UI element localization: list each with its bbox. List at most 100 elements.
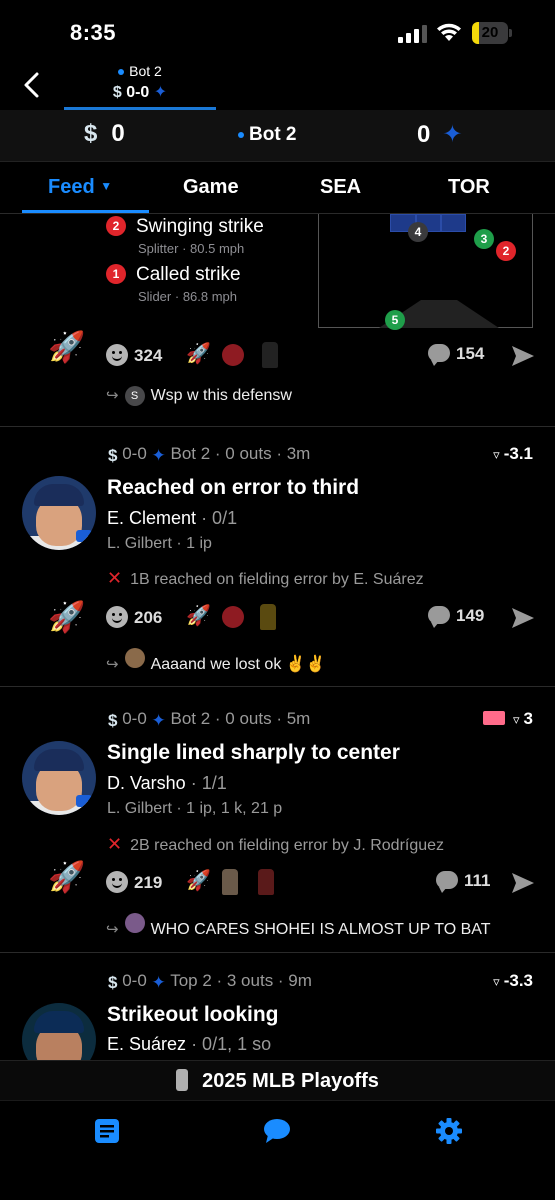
- red-circle-reaction-icon[interactable]: [222, 606, 244, 628]
- current-inning: Bot 2: [238, 124, 297, 146]
- reaction-count[interactable]: 219: [106, 871, 162, 893]
- away-score: $0: [84, 120, 125, 147]
- playoffs-banner[interactable]: 2025 MLB Playoffs: [0, 1060, 555, 1100]
- reactions-row: 324 🚀 154: [106, 341, 536, 370]
- pitch-detail: Slider · 86.8 mph: [138, 289, 238, 304]
- status-bar: 8:35 20: [0, 0, 555, 62]
- pitch-number-badge: 1: [106, 264, 126, 284]
- tab-tor[interactable]: TOR: [448, 176, 490, 199]
- top-reply[interactable]: ↪ S Wsp w this defensw: [106, 386, 546, 410]
- pitch-location-marker: 4: [408, 222, 428, 242]
- comment-bubble-icon: [428, 344, 450, 366]
- reply-avatar: [124, 648, 145, 668]
- chat-icon[interactable]: [263, 1117, 291, 1145]
- rocket-reaction-icon[interactable]: 🚀: [186, 603, 211, 628]
- rocket-reaction-icon[interactable]: 🚀: [186, 868, 211, 893]
- batter-line[interactable]: E. Clement · 0/1: [107, 508, 237, 529]
- reactions-row: 219 🚀 111: [106, 868, 536, 897]
- mini-inning: Bot 2: [64, 63, 216, 79]
- play-title: Single lined sharply to center: [107, 741, 400, 764]
- batter-line[interactable]: E. Suárez · 0/1, 1 so: [107, 1034, 271, 1055]
- reaction-count[interactable]: 206: [106, 606, 162, 628]
- red-circle-reaction-icon[interactable]: [222, 344, 244, 366]
- win-prob-icon: ▿: [493, 974, 500, 989]
- tab-game[interactable]: Game: [183, 176, 239, 199]
- play-title: Strikeout looking: [107, 1003, 279, 1026]
- reply-arrow-icon: ↪: [106, 921, 119, 938]
- reply-avatar: S: [124, 386, 145, 406]
- player-sticker-icon[interactable]: [262, 342, 278, 368]
- blue-jays-logo-icon: ✦: [151, 446, 166, 465]
- player-headshot-avatar[interactable]: [22, 476, 96, 550]
- play-detail: ✕ 1B reached on fielding error by E. Suár…: [107, 568, 424, 588]
- battery-icon: 20: [472, 22, 512, 44]
- rocket-icon[interactable]: 🚀: [48, 330, 85, 365]
- comment-count[interactable]: 111: [436, 871, 491, 893]
- back-chevron-icon[interactable]: [18, 70, 46, 100]
- win-probability: ▿ -3.3: [493, 971, 533, 990]
- play-detail: ✕ 2B reached on fielding error by J. Rodr…: [107, 834, 445, 854]
- pitcher-line: L. Gilbert · 1 ip: [107, 535, 212, 552]
- nav-header: Bot 2 $ 0-0 ✦: [0, 62, 555, 110]
- rocket-icon[interactable]: 🚀: [48, 860, 85, 895]
- pitcher-line: L. Gilbert · 1 ip, 1 k, 21 p: [107, 800, 283, 817]
- share-send-icon[interactable]: [510, 871, 536, 895]
- player-sticker-icon[interactable]: [258, 869, 274, 895]
- mini-score-line: $ 0-0 ✦: [112, 84, 168, 101]
- blue-jays-logo-icon: ✦: [153, 84, 168, 101]
- pitch-number-badge: 2: [106, 216, 126, 236]
- player-sticker-icon[interactable]: [222, 869, 238, 895]
- mariners-logo-icon: $: [84, 120, 98, 147]
- wifi-icon: [437, 23, 461, 41]
- batter-line[interactable]: D. Varsho · 1/1: [107, 773, 227, 794]
- player-headshot-avatar[interactable]: [22, 741, 96, 815]
- comment-count[interactable]: 154: [428, 344, 484, 366]
- pitch-location-marker: 3: [474, 229, 494, 249]
- mini-scoreboard[interactable]: Bot 2 $ 0-0 ✦: [64, 62, 216, 110]
- reactions-row: 206 🚀 149: [106, 603, 536, 632]
- home-score: 0 ✦: [417, 121, 463, 148]
- error-x-icon: ✕: [107, 568, 123, 588]
- mariners-logo-icon: $: [112, 84, 122, 101]
- share-send-icon[interactable]: [510, 344, 536, 368]
- comment-count[interactable]: 149: [428, 606, 484, 628]
- comment-bubble-icon: [436, 871, 458, 893]
- team-badge-icon: [76, 795, 92, 807]
- rocket-icon[interactable]: 🚀: [48, 600, 85, 635]
- settings-gear-icon[interactable]: [435, 1117, 463, 1145]
- reaction-count[interactable]: 324: [106, 344, 162, 366]
- pitch-location-marker: 2: [496, 241, 516, 261]
- error-x-icon: ✕: [107, 834, 123, 854]
- player-headshot-avatar[interactable]: [22, 1003, 96, 1060]
- pitch-result: 2 Swinging strike: [106, 216, 264, 238]
- active-tab-indicator: [22, 210, 149, 213]
- mariners-logo-icon: $: [108, 973, 118, 992]
- team-badge-icon: [76, 530, 92, 542]
- reply-arrow-icon: ↪: [106, 656, 119, 673]
- reply-avatar: [124, 913, 145, 933]
- play-meta: $ 0-0 ✦ Bot 2 · 0 outs · 5m: [108, 709, 311, 730]
- feed[interactable]: 2 Swinging strike Splitter · 80.5 mph 1 Ca…: [0, 214, 555, 1060]
- mariners-logo-icon: $: [108, 446, 118, 465]
- play-title: Reached on error to third: [107, 476, 360, 499]
- win-prob-icon: ▿: [513, 712, 520, 727]
- divider: [0, 952, 555, 953]
- blue-jays-logo-icon: ✦: [442, 121, 463, 148]
- bottom-nav: [0, 1100, 555, 1200]
- tab-feed[interactable]: Feed ▼: [48, 176, 112, 199]
- status-time: 8:35: [70, 20, 117, 45]
- top-reply[interactable]: ↪ Aaaand we lost ok ✌️✌️: [106, 648, 546, 673]
- top-reply[interactable]: ↪ WHO CARES SHOHEI IS ALMOST UP TO BAT: [106, 913, 546, 938]
- pitch-detail: Splitter · 80.5 mph: [138, 241, 245, 256]
- scoreboard: $0 Bot 2 0 ✦: [0, 110, 555, 162]
- rocket-reaction-icon[interactable]: 🚀: [186, 341, 211, 366]
- trophy-icon: [176, 1069, 189, 1091]
- smiley-icon: [106, 871, 128, 893]
- cellular-signal-icon: [398, 25, 427, 43]
- reply-arrow-icon: ↪: [106, 387, 119, 404]
- strike-zone-chart: 4 3 2 5: [318, 214, 533, 330]
- share-send-icon[interactable]: [510, 606, 536, 630]
- player-sticker-icon[interactable]: [260, 604, 276, 630]
- feed-icon[interactable]: [93, 1117, 121, 1145]
- tab-sea[interactable]: SEA: [320, 176, 361, 199]
